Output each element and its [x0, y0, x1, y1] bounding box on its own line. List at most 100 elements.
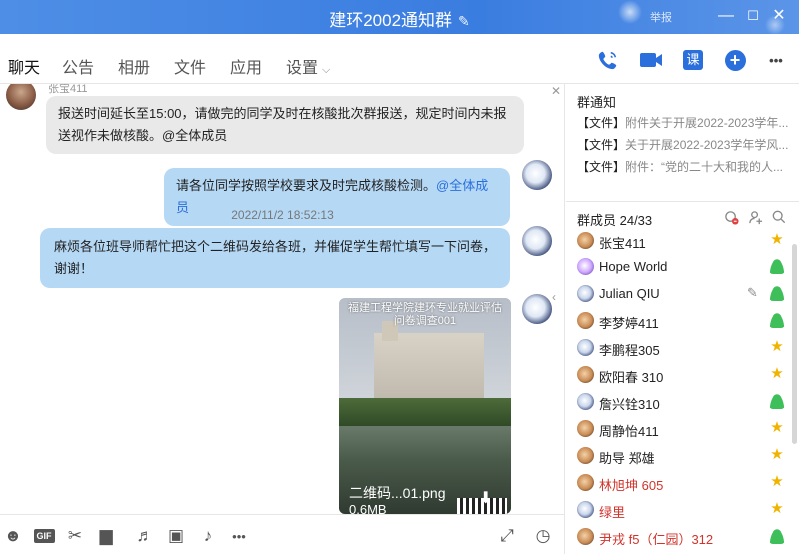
tab-album[interactable]: 相册 — [118, 54, 150, 78]
minimize-icon[interactable]: — — [715, 5, 737, 27]
maximize-icon[interactable]: ☐ — [742, 5, 764, 27]
mute-member-icon[interactable] — [724, 210, 739, 228]
avatar — [577, 312, 594, 329]
add-label: + — [724, 49, 746, 71]
member-item[interactable]: Julian QIU ✎ — [577, 283, 787, 305]
avatar[interactable] — [522, 294, 552, 324]
member-person-icon — [769, 258, 785, 274]
avatar[interactable] — [6, 84, 36, 110]
search-icon[interactable] — [772, 210, 786, 227]
notice-item[interactable]: 【文件】附件关于开展2022-2023学年... — [577, 114, 788, 131]
avatar — [577, 447, 594, 464]
member-item[interactable]: 林旭坤 605 ★ — [577, 472, 787, 494]
close-notice-icon[interactable]: ✕ — [551, 84, 561, 98]
message-timestamp: 2022/11/2 18:52:13 — [231, 208, 334, 222]
member-name: 周静怡411 — [599, 424, 659, 439]
avatar[interactable] — [522, 226, 552, 256]
tab-bar: 聊天 公告 相册 文件 应用 设置 ⌵ 课 + ••• — [0, 34, 799, 91]
divider — [566, 201, 799, 202]
edit-name-icon[interactable]: ✎ — [458, 13, 470, 29]
image-filename: 二维码...01.png — [349, 485, 446, 501]
tab-chat[interactable]: 聊天 — [5, 54, 43, 91]
gif-icon[interactable]: GIF — [33, 525, 55, 547]
report-link[interactable]: 举报 — [650, 9, 672, 25]
add-icon[interactable]: + — [723, 48, 747, 72]
title-bar: 建环2002通知群 ✎ 举报 — ☐ ✕ — [0, 0, 799, 34]
avatar — [577, 393, 594, 410]
tab-files[interactable]: 文件 — [174, 54, 206, 78]
course-icon[interactable]: 课 — [681, 48, 705, 72]
member-name: Julian QIU — [599, 286, 660, 301]
avatar — [577, 232, 594, 249]
expand-panel-icon[interactable]: ‹ — [552, 290, 556, 304]
message-bubble[interactable]: 麻烦各位班导师帮忙把这个二维码发给各班，并催促学生帮忙填写一下问卷，谢谢！ — [40, 228, 510, 288]
member-item[interactable]: 张宝411 ★ — [577, 230, 787, 252]
avatar — [577, 528, 594, 545]
member-name: 李鹏程305 — [599, 343, 660, 358]
music-icon[interactable]: ♬ — [134, 525, 156, 547]
emoji-icon[interactable]: ☻ — [2, 525, 24, 547]
member-name: 张宝411 — [599, 236, 646, 251]
course-label: 课 — [683, 50, 703, 70]
member-item[interactable]: 李梦婷411 — [577, 310, 787, 332]
avatar — [577, 474, 594, 491]
member-person-icon — [769, 312, 785, 328]
member-item[interactable]: Hope World — [577, 256, 787, 278]
expand-input-icon[interactable]: ⤢ — [496, 525, 518, 547]
tab-apps[interactable]: 应用 — [230, 54, 262, 78]
message-bubble[interactable]: 报送时间延长至15:00，请做完的同学及时在核酸批次群报送，规定时间内未报送视作… — [46, 96, 524, 154]
download-icon[interactable]: ⬇ — [479, 488, 492, 508]
admin-star-icon: ★ — [770, 365, 784, 382]
folder-icon[interactable]: ▆ — [95, 525, 117, 547]
gif-label: GIF — [33, 529, 55, 543]
voice-call-icon[interactable] — [596, 48, 620, 72]
sender-name: 张宝411 — [48, 84, 88, 95]
group-info-panel: 群通知 【文件】附件关于开展2022-2023学年... 【文件】关于开展202… — [566, 84, 799, 554]
avatar — [577, 501, 594, 518]
history-icon[interactable]: ◷ — [532, 525, 554, 547]
more-icon[interactable]: ••• — [764, 48, 788, 72]
members-title: 群成员 24/33 — [577, 213, 653, 228]
image-filesize: 0.6MB — [349, 502, 387, 514]
admin-star-icon: ★ — [770, 473, 784, 490]
member-item[interactable]: 尹戎 f5（仁园）312 — [577, 526, 787, 548]
message-text: 请各位同学按照学校要求及时完成核酸检测。 — [176, 178, 437, 193]
avatar — [577, 339, 594, 356]
close-icon[interactable]: ✕ — [768, 5, 790, 27]
input-toolbar: ☻ GIF ✂ ▆ ♬ ▣ ♪ ••• ⤢ ◷ — [0, 514, 565, 554]
tab-announcement[interactable]: 公告 — [62, 54, 94, 78]
notice-tag: 【文件】 — [577, 160, 626, 174]
member-item[interactable]: 助导 郑雄 ★ — [577, 445, 787, 467]
image-icon[interactable]: ▣ — [165, 525, 187, 547]
screenshot-icon[interactable]: ✂ — [64, 525, 86, 547]
tab-settings[interactable]: 设置 ⌵ — [286, 54, 330, 78]
member-person-icon — [769, 528, 785, 544]
avatar — [577, 366, 594, 383]
member-item[interactable]: 周静怡411 ★ — [577, 418, 787, 440]
notice-tag: 【文件】 — [577, 138, 626, 152]
member-name: 詹兴铨310 — [599, 397, 660, 412]
image-message[interactable]: 福建工程学院建环专业就业评估问卷调查001 二维码...01.png 0.6MB… — [339, 298, 511, 514]
group-notice-title: 群通知 — [577, 95, 617, 110]
admin-star-icon: ★ — [770, 419, 784, 436]
member-name: 助导 郑雄 — [599, 451, 655, 466]
image-trees — [339, 398, 511, 426]
admin-star-icon: ★ — [770, 338, 784, 355]
member-list-scrollbar[interactable] — [792, 244, 797, 444]
member-item[interactable]: 欧阳春 310 ★ — [577, 364, 787, 386]
notice-item[interactable]: 【文件】附件：“党的二十大和我的人... — [577, 158, 783, 175]
bell-icon[interactable]: ♪ — [197, 525, 219, 547]
video-call-icon[interactable] — [639, 48, 663, 72]
add-member-icon[interactable] — [748, 210, 763, 228]
notice-text: 附件关于开展2022-2023学年... — [625, 116, 789, 130]
member-item[interactable]: 绿里 ★ — [577, 499, 787, 521]
edit-icon[interactable]: ✎ — [747, 285, 758, 301]
member-person-icon — [769, 285, 785, 301]
member-item[interactable]: 詹兴铨310 — [577, 391, 787, 413]
avatar — [577, 258, 594, 275]
member-item[interactable]: 李鹏程305 ★ — [577, 337, 787, 359]
notice-item[interactable]: 【文件】关于开展2022-2023学年学风... — [577, 136, 788, 153]
notice-tag: 【文件】 — [577, 116, 626, 130]
more-tools-icon[interactable]: ••• — [228, 525, 250, 547]
avatar[interactable] — [522, 160, 552, 190]
